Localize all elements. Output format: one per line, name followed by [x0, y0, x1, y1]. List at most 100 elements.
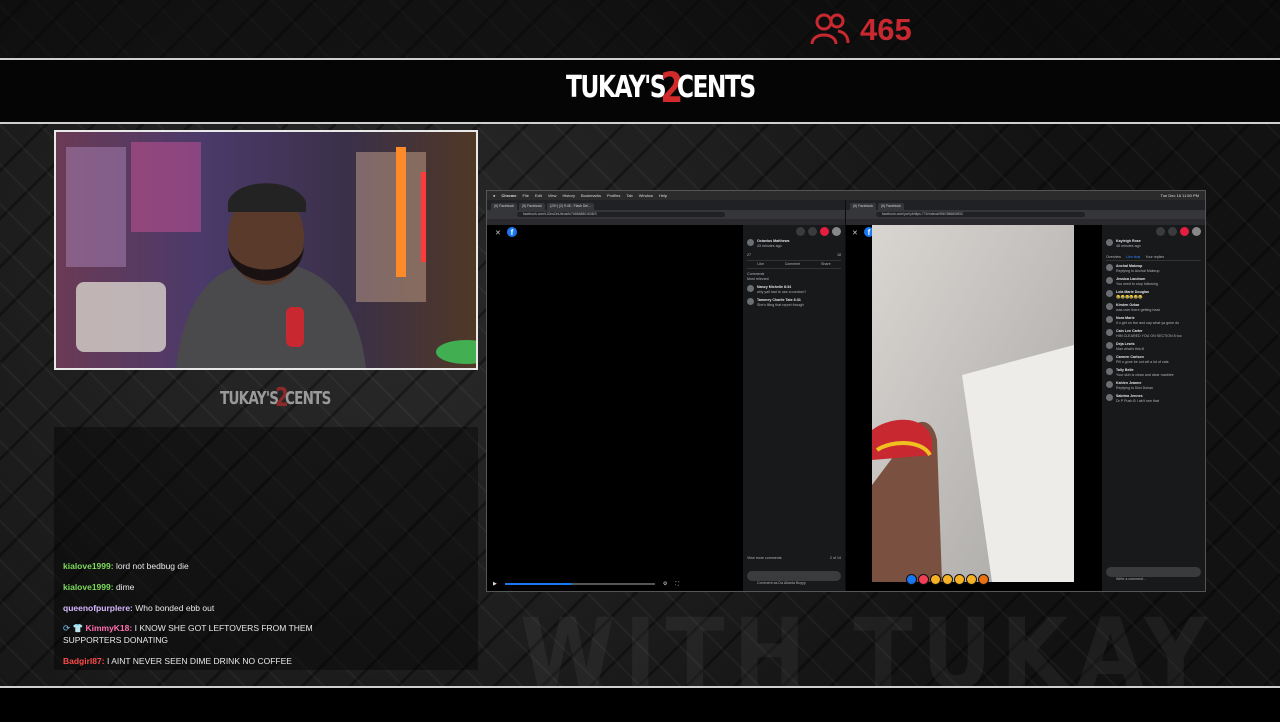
comment-text: if u get on live and say what ya gone do: [1116, 321, 1180, 325]
stream-meta: 48 minutes ago: [1116, 244, 1141, 248]
comment-text: Man what's this lil: [1116, 347, 1145, 351]
comment: Tammey Charlie Tate 8:31 She's filing th…: [747, 298, 841, 308]
post-meta: 43 minutes ago: [757, 244, 782, 248]
comment-button[interactable]: Comment: [785, 262, 801, 267]
post-header: Octavius Matthews 43 minutes ago: [747, 239, 841, 249]
share-button[interactable]: Share: [821, 262, 831, 267]
close-icon[interactable]: ✕: [852, 229, 858, 237]
care-reaction-icon[interactable]: [930, 574, 941, 585]
chat-message: Badgirl87: I AINT NEVER SEEN DIME DRINK …: [63, 655, 363, 667]
author-avatar[interactable]: [747, 239, 754, 246]
view-more-comments[interactable]: View more comments: [747, 556, 782, 561]
comment-text: She's filing that report though: [757, 303, 804, 307]
commenter-avatar[interactable]: [747, 285, 754, 292]
comment-text: You need to stop following: [1116, 282, 1158, 286]
notifications-icon[interactable]: [820, 227, 829, 236]
chat-username: kialove1999:: [63, 582, 114, 592]
right-address-bar: facebook.com/yo/t.phillips.7?2/videos/95…: [846, 210, 1205, 219]
live-comment: Carmen Carlson Pill u gone be out wit a l…: [1106, 355, 1201, 365]
comment-input[interactable]: Comment as Da Atlanta Boyyy: [747, 571, 841, 585]
progress-bar[interactable]: [504, 583, 655, 585]
menu-item[interactable]: View: [548, 193, 557, 198]
menu-item[interactable]: Window: [639, 193, 653, 198]
sad-reaction-icon[interactable]: [966, 574, 977, 585]
tab-live-chat[interactable]: Live chat: [1126, 255, 1140, 260]
notifications-icon[interactable]: [1180, 227, 1189, 236]
live-chat-sidebar: Kayleigh Rose 48 minutes ago Overview Li…: [1102, 225, 1205, 591]
angry-reaction-icon[interactable]: [978, 574, 989, 585]
reaction-bar[interactable]: [906, 574, 989, 585]
messenger-icon[interactable]: [1168, 227, 1177, 236]
chat-message: kialove1999: dime: [63, 581, 363, 593]
top-header-bar: [0, 0, 1280, 58]
reaction-count[interactable]: 27: [747, 253, 751, 258]
settings-icon[interactable]: ⚙: [663, 581, 667, 587]
live-comment: Deja Lewis Man what's this lil: [1106, 342, 1201, 352]
most-relevant-dropdown[interactable]: Most relevant: [747, 277, 841, 282]
live-comment: Sabrina Jennes Dr P Push B I ain't see th…: [1106, 394, 1201, 404]
chat-username: Badgirl87:: [63, 656, 105, 666]
menu-grid-icon[interactable]: [1156, 227, 1165, 236]
tab-overview[interactable]: Overview: [1106, 255, 1121, 260]
menu-grid-icon[interactable]: [796, 227, 805, 236]
play-icon[interactable]: ▶: [493, 581, 497, 587]
comment-count[interactable]: 18: [837, 253, 841, 258]
haha-reaction-icon[interactable]: [942, 574, 953, 585]
chat-badges: ⟳ 👕: [63, 623, 84, 633]
menu-item[interactable]: Tab: [626, 193, 632, 198]
live-comment: Kirsten Ozkar was over there getting head: [1106, 303, 1201, 313]
facebook-logo-icon[interactable]: f: [507, 227, 517, 237]
url-field[interactable]: facebook.com/LiOnsOnUteus/b/768668801638…: [517, 212, 725, 217]
streamer-avatar[interactable]: [1106, 239, 1113, 246]
url-field[interactable]: facebook.com/yo/t.phillips.7?2/videos/95…: [876, 212, 1085, 217]
comment: Nancy Michelle 8:34 why yall had to use …: [747, 285, 841, 295]
live-video-frame: [872, 225, 1074, 582]
brand-logo-small: TUKAY'S 2 CENTS: [220, 383, 331, 413]
menu-item[interactable]: Bookmarks: [581, 193, 601, 198]
browser-tab[interactable]: (5) Facebook: [518, 203, 545, 210]
close-icon[interactable]: ✕: [495, 229, 501, 237]
messenger-icon[interactable]: [808, 227, 817, 236]
left-browser-window: (6) Facebook (5) Facebook (23+) (2) 9:45…: [487, 200, 845, 591]
browser-tab[interactable]: (6) Facebook: [877, 203, 904, 210]
apple-icon: ●: [493, 193, 496, 198]
browser-tab[interactable]: (23+) (2) 9:45 - Flash Dei...: [546, 203, 594, 210]
video-player[interactable]: ✕ f ▶ ⚙ ⛶: [487, 225, 743, 591]
wow-reaction-icon[interactable]: [954, 574, 965, 585]
comment-text: Pill u gone be out wit a lot of cats: [1116, 360, 1169, 364]
menu-item[interactable]: Edit: [535, 193, 542, 198]
chat-text: lord not bedbug die: [115, 561, 189, 571]
webcam-feed: [54, 130, 478, 370]
chat-message: queenofpurplere: Who bonded ebb out: [63, 602, 363, 614]
browser-tab[interactable]: (6) Facebook: [491, 203, 517, 210]
live-comment-input[interactable]: Write a comment...: [1106, 567, 1201, 581]
menu-item[interactable]: File: [523, 193, 529, 198]
right-browser-window: (6) Facebook (6) Facebook facebook.com/y…: [846, 200, 1205, 591]
brand-logo: TUKAY'S 2 CENTS: [566, 62, 756, 112]
chat-username: kialove1999:: [63, 561, 114, 571]
browser-tab[interactable]: (6) Facebook: [850, 203, 876, 210]
avatar[interactable]: [1192, 227, 1201, 236]
commenter-name[interactable]: Tammey Charlie Tate: [757, 298, 793, 302]
video-controls: ▶ ⚙ ⛶: [487, 579, 743, 589]
live-video-player[interactable]: ✕ f LIVE 2.3K: [846, 225, 1102, 591]
menu-bar-clock: Tue Dec 16 11:50 PM: [1160, 193, 1199, 198]
commenter-name[interactable]: Nancy Michelle: [757, 285, 783, 289]
comment-placeholder: Comment as Da Atlanta Boyyy: [757, 581, 806, 585]
comment-pagination: 2 of 14: [830, 556, 841, 560]
menu-item[interactable]: Help: [659, 193, 667, 198]
menu-item[interactable]: History: [563, 193, 575, 198]
like-reaction-icon[interactable]: [906, 574, 917, 585]
post-sidebar: Octavius Matthews 43 minutes ago 27 18 L…: [743, 225, 845, 591]
fullscreen-icon[interactable]: ⛶: [675, 581, 679, 587]
live-comment: Lola Marie Douglas 😂😂😂😂😂😂: [1106, 290, 1201, 300]
tab-your-replies[interactable]: Your replies: [1145, 255, 1164, 260]
commenter-avatar[interactable]: [747, 298, 754, 305]
comment-placeholder: Write a comment...: [1116, 577, 1147, 581]
menu-item[interactable]: Profiles: [607, 193, 620, 198]
menu-item[interactable]: Chrome: [501, 193, 516, 198]
like-button[interactable]: Like: [757, 262, 764, 267]
viewer-count-value: 465: [860, 12, 912, 47]
avatar[interactable]: [832, 227, 841, 236]
love-reaction-icon[interactable]: [918, 574, 929, 585]
